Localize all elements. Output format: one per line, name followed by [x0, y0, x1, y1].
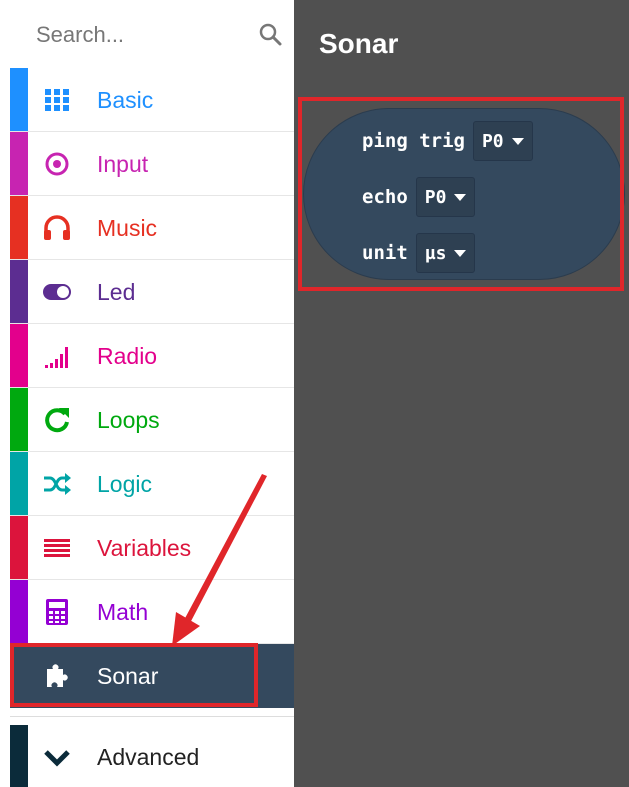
category-logic[interactable]: Logic	[10, 452, 294, 516]
grid-icon	[45, 89, 69, 111]
calculator-icon	[46, 599, 68, 625]
category-label: Loops	[97, 407, 160, 433]
category-color-bar	[10, 324, 28, 387]
category-advanced[interactable]: Advanced	[10, 725, 294, 787]
divider	[10, 716, 294, 717]
category-color-bar	[10, 388, 28, 451]
search-input[interactable]: Search...	[36, 22, 124, 48]
category-music[interactable]: Music	[10, 196, 294, 260]
category-label: Variables	[97, 535, 192, 561]
workspace-flyout: Sonar ping trig P0 echo P0 unit µs	[294, 0, 629, 787]
category-label: Led	[97, 279, 136, 305]
category-color-bar	[10, 725, 28, 787]
category-loops[interactable]: Loops	[10, 388, 294, 452]
category-label: Logic	[97, 471, 152, 497]
sonar-highlight-box	[10, 643, 258, 707]
category-label: Radio	[97, 343, 158, 369]
category-basic[interactable]: Basic	[10, 68, 294, 132]
category-label: Input	[97, 151, 149, 177]
toggle-icon	[43, 284, 71, 300]
refresh-icon	[45, 408, 69, 433]
chevron-down-icon	[44, 750, 70, 767]
shuffle-icon	[44, 473, 71, 495]
search-icon[interactable]	[258, 22, 284, 48]
category-input[interactable]: Input	[10, 132, 294, 196]
target-icon	[45, 152, 69, 176]
category-color-bar	[10, 452, 28, 515]
flyout-title: Sonar	[319, 28, 399, 59]
category-color-bar	[10, 580, 28, 643]
category-label: Advanced	[97, 744, 200, 770]
category-label: Math	[97, 599, 149, 625]
category-color-bar	[10, 196, 28, 259]
lines-icon	[44, 539, 70, 557]
block-highlight-box	[298, 97, 624, 291]
category-color-bar	[10, 516, 28, 579]
headphones-icon	[44, 215, 70, 240]
category-color-bar	[10, 132, 28, 195]
category-radio[interactable]: Radio	[10, 324, 294, 388]
search-box[interactable]: Search...	[10, 0, 294, 68]
category-label: Music	[97, 215, 158, 241]
category-color-bar	[10, 260, 28, 323]
signal-bars-icon	[45, 347, 68, 368]
category-math[interactable]: Math	[10, 580, 294, 644]
category-variables[interactable]: Variables	[10, 516, 294, 580]
category-color-bar	[10, 68, 28, 131]
category-label: Basic	[97, 87, 154, 113]
category-led[interactable]: Led	[10, 260, 294, 324]
